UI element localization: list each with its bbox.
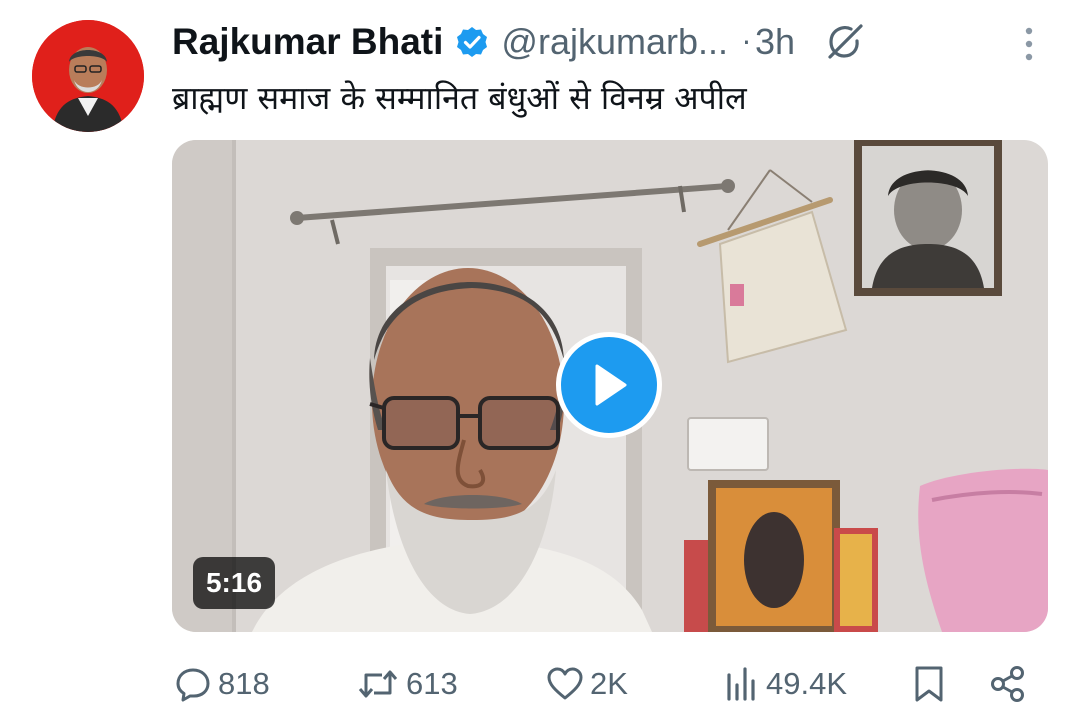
bookmark-icon xyxy=(915,666,943,702)
heart-icon xyxy=(547,667,583,700)
video-duration: 5:16 xyxy=(193,557,275,609)
play-button[interactable] xyxy=(556,332,662,438)
reply-icon xyxy=(176,668,210,702)
view-count: 49.4K xyxy=(766,666,848,701)
grok-icon[interactable] xyxy=(821,19,867,65)
views-icon xyxy=(727,667,755,701)
verified-badge-icon xyxy=(455,25,489,59)
tweet-timestamp[interactable]: 3h xyxy=(755,21,795,63)
tweet-actions: 818 613 2K 49.4K xyxy=(0,660,1080,710)
views-button[interactable]: 49.4K xyxy=(724,660,847,708)
play-icon xyxy=(595,364,627,406)
reply-button[interactable]: 818 xyxy=(174,660,270,708)
tweet-header: Rajkumar Bhati @rajkumarb... · 3h xyxy=(172,18,1056,66)
avatar[interactable] xyxy=(32,20,144,132)
repost-button[interactable]: 613 xyxy=(356,660,458,708)
like-count: 2K xyxy=(590,666,628,701)
more-options-icon[interactable] xyxy=(1024,26,1034,62)
bookmark-button[interactable] xyxy=(910,660,948,708)
avatar-portrait xyxy=(32,20,144,132)
reply-count: 818 xyxy=(218,666,270,701)
separator-dot: · xyxy=(742,25,751,59)
tweet-text: ब्राह्मण समाज के सम्मानित बंधुओं से विनम… xyxy=(172,79,747,117)
author-name[interactable]: Rajkumar Bhati xyxy=(172,21,443,63)
like-button[interactable]: 2K xyxy=(546,660,628,708)
author-handle[interactable]: @rajkumarb... xyxy=(501,21,728,63)
repost-icon xyxy=(358,670,398,698)
share-button[interactable] xyxy=(988,660,1028,708)
repost-count: 613 xyxy=(406,666,458,701)
share-icon xyxy=(991,666,1024,702)
